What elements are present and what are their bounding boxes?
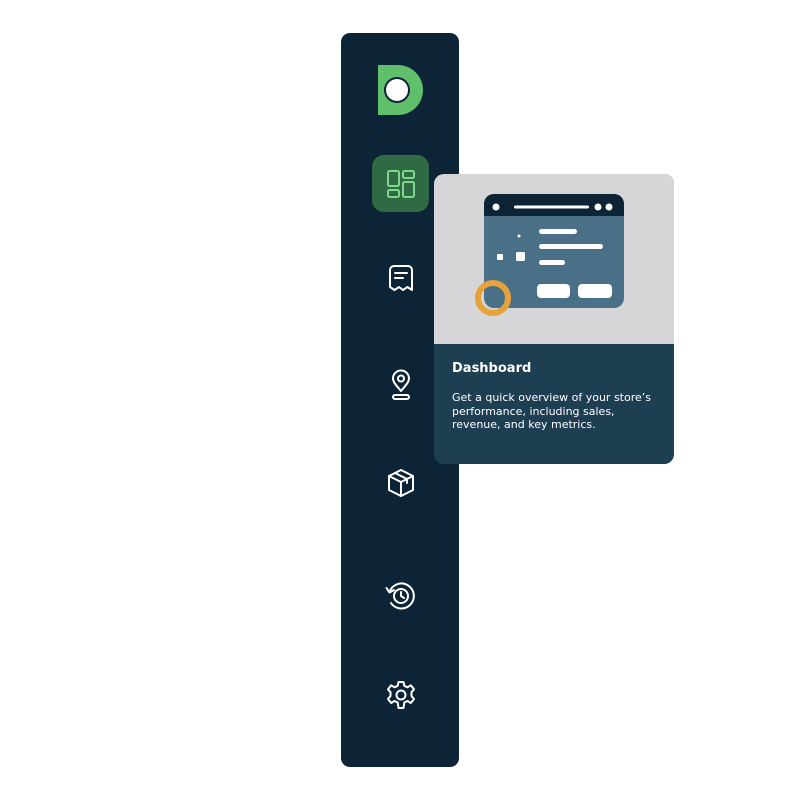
sidebar-item-locations[interactable]	[372, 356, 429, 413]
package-icon	[385, 467, 417, 499]
app-canvas: Dashboard Get a quick overview of your s…	[0, 0, 800, 800]
receipt-icon	[386, 263, 416, 293]
dashboard-illustration	[434, 174, 674, 344]
tooltip-description: Get a quick overview of your store’s per…	[452, 391, 651, 431]
history-clock-icon	[384, 579, 418, 613]
dashboard-tooltip: Dashboard Get a quick overview of your s…	[434, 174, 674, 464]
location-pin-icon	[386, 369, 416, 401]
brand-logo-icon[interactable]	[376, 63, 424, 117]
sidebar-item-dashboard[interactable]	[372, 155, 429, 212]
tooltip-body: Dashboard Get a quick overview of your s…	[434, 344, 674, 464]
gear-icon	[385, 679, 417, 711]
tooltip-title: Dashboard	[452, 361, 532, 376]
sidebar-item-settings[interactable]	[372, 666, 429, 723]
dashboard-icon	[385, 168, 417, 200]
sidebar-item-products[interactable]	[372, 454, 429, 511]
sidebar-item-orders[interactable]	[372, 249, 429, 306]
sidebar-item-history[interactable]	[372, 567, 429, 624]
